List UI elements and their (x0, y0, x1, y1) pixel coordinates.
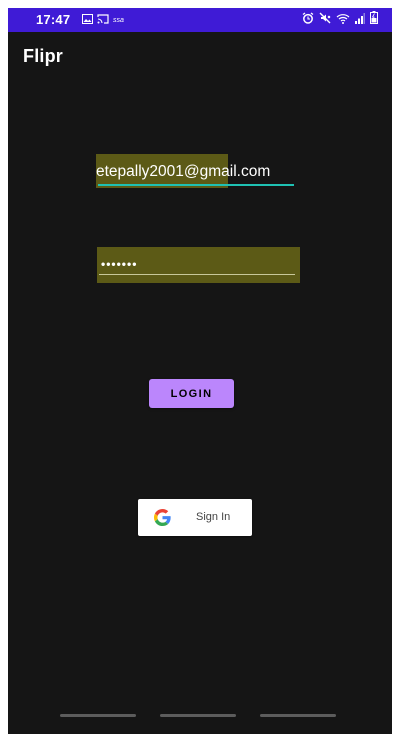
nav-back-handle[interactable] (260, 714, 336, 717)
password-value: ••••••• (101, 257, 138, 271)
nav-recents-handle[interactable] (60, 714, 136, 717)
mute-icon (319, 11, 331, 29)
status-time: 17:47 (36, 12, 71, 27)
alarm-icon (302, 11, 314, 29)
password-underline (99, 274, 295, 275)
phone-screen: 17:47 ssa Flipr etepally2001@gmail.com •… (8, 8, 392, 734)
cast-icon (97, 11, 109, 29)
email-underline (98, 184, 294, 186)
google-sign-in-button[interactable]: Sign In (138, 499, 252, 536)
status-bar: 17:47 ssa (8, 8, 392, 32)
status-left-icons: ssa (82, 14, 124, 26)
google-sign-in-label: Sign In (196, 511, 231, 523)
gallery-icon (82, 11, 93, 29)
email-field[interactable]: etepally2001@gmail.com (96, 154, 296, 188)
signal-icon (355, 11, 365, 29)
google-g-icon (154, 509, 171, 526)
navigation-bar (8, 704, 392, 734)
battery-icon (370, 11, 378, 29)
wifi-icon (336, 11, 350, 29)
nav-home-handle[interactable] (160, 714, 236, 717)
app-title: Flipr (23, 46, 63, 66)
login-button[interactable]: LOGIN (149, 379, 234, 408)
password-field[interactable]: ••••••• (97, 247, 300, 283)
email-value: etepally2001@gmail.com (96, 163, 271, 180)
status-small-text: ssa (113, 16, 124, 24)
status-right-icons (302, 11, 378, 29)
